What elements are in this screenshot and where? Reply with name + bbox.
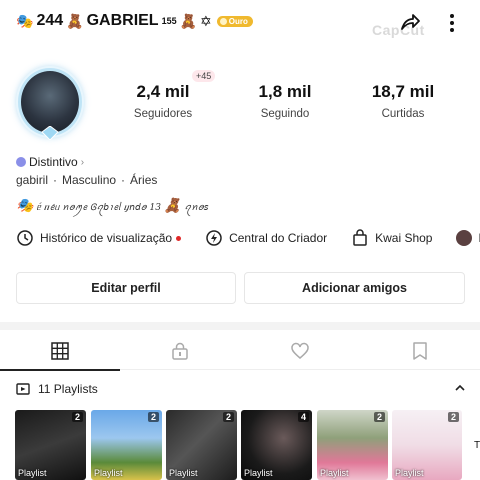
playlist-item[interactable]: 2 Playlist <box>91 410 162 480</box>
bookmark-icon <box>413 342 427 360</box>
new-followers-badge: +45 <box>192 70 216 82</box>
followers-label: Seguidores <box>133 108 193 120</box>
heart-icon <box>291 342 309 359</box>
section-divider <box>0 322 480 330</box>
kwai-shop-label: Kwai Shop <box>375 231 433 245</box>
teddy-bear-icon-2: 🧸 <box>179 13 198 29</box>
chevron-right-icon: › <box>80 156 85 168</box>
history-label: Histórico de visualização <box>40 231 173 245</box>
playlist-item[interactable]: 2 Playlist <box>15 410 86 480</box>
playlists-header[interactable]: 11 Playlists <box>16 380 466 398</box>
distintivo-link[interactable]: Distintivo › <box>16 155 84 169</box>
masks-emoji-icon: 🎭 <box>16 198 34 214</box>
clock-history-icon <box>17 230 33 246</box>
playlist-item[interactable]: 4 Playlist <box>241 410 312 480</box>
kwai-shop-shortcut[interactable]: Kwai Shop <box>351 229 432 247</box>
gender: Masculino <box>62 173 117 187</box>
avatar-icon <box>456 230 473 246</box>
bio-tail: ꪖꪀꪮ𝘴 <box>184 203 209 213</box>
profile-name-line: 🎭 244 🧸 GABRIEL 155 🧸 ✡ Ouro <box>16 12 253 30</box>
playlist-count: 2 <box>147 412 159 422</box>
likes-stat[interactable]: 18,7 mil Curtidas <box>358 82 448 120</box>
following-stat[interactable]: 1,8 mil Seguindo <box>240 82 330 120</box>
shortcuts-row: Histórico de visualização Central do Cri… <box>16 228 480 248</box>
playlist-count: 2 <box>222 412 234 422</box>
chevron-up-icon[interactable] <box>454 382 466 394</box>
info-separator: · <box>121 173 126 187</box>
level-prefix: 244 <box>36 12 64 29</box>
bio-text: ᥱ́ ⴖꫀ́ᥙ ꪀꪮꪑꫀ Ꮆꪖ𝘣ꪱꫀᥣ ⴘ𝘯𝘥ꪮ 13 <box>36 203 161 213</box>
ouro-badge-label: Ouro <box>228 16 248 26</box>
playlist-label: Playlist <box>395 468 424 478</box>
playlist-label: Playlist <box>94 468 123 478</box>
ouro-coin-icon <box>219 17 227 25</box>
playlist-count: 2 <box>71 412 83 422</box>
playlist-item[interactable]: 2 Playlist <box>392 410 462 480</box>
playlist-icon <box>16 383 30 395</box>
tab-liked[interactable] <box>240 332 360 370</box>
star-of-david-icon: ✡ <box>200 13 212 29</box>
name-superscript: 155 <box>161 16 177 26</box>
avatar-frame[interactable] <box>12 62 88 142</box>
playlists-count-label: 11 Playlists <box>38 382 98 396</box>
bio: 🎭 ᥱ́ ⴖꫀ́ᥙ ꪀꪮꪑꫀ Ꮆꪖ𝘣ꪱꫀᥣ ⴘ𝘯𝘥ꪮ 13 🧸 ꪖꪀꪮ𝘴 <box>16 199 208 218</box>
profile-name: GABRIEL <box>86 12 159 29</box>
notification-dot <box>176 235 182 241</box>
grid-icon <box>51 342 69 360</box>
playlist-item[interactable]: 2 Playlist <box>166 410 237 480</box>
playlist-item[interactable]: 2 Playlist <box>317 410 388 480</box>
tab-private[interactable] <box>120 332 240 370</box>
creator-center-shortcut[interactable]: Central do Criador <box>205 229 327 247</box>
profile-info: gabiril · Masculino · Áries <box>16 173 157 187</box>
playlist-grid: 2 Playlist 2 Playlist 2 Playlist 4 Playl… <box>15 410 480 480</box>
playlist-label: Playlist <box>169 468 198 478</box>
more-options-icon[interactable] <box>442 12 462 34</box>
playlist-label: Playlist <box>244 468 273 478</box>
add-friends-button[interactable]: Adicionar amigos <box>244 272 465 304</box>
mi-shortcut[interactable]: Mi <box>456 230 480 246</box>
creator-center-label: Central do Criador <box>229 231 328 245</box>
username: gabiril <box>16 173 49 187</box>
edit-profile-button[interactable]: Editar perfil <box>16 272 236 304</box>
followers-count: 2,4 mil <box>136 82 190 101</box>
lightning-icon <box>206 230 222 246</box>
playlist-count: 2 <box>447 412 459 422</box>
content-tabs <box>0 332 480 371</box>
likes-count: 18,7 mil <box>371 82 435 101</box>
frame-gem-icon <box>41 126 59 140</box>
distintivo-label: Distintivo <box>29 155 78 169</box>
following-label: Seguindo <box>260 108 310 120</box>
masks-emoji-icon: 🎭 <box>16 13 34 29</box>
tab-saved[interactable] <box>360 332 480 370</box>
share-icon[interactable] <box>398 10 422 34</box>
lock-icon <box>172 342 188 360</box>
following-count: 1,8 mil <box>258 82 312 101</box>
shopping-bag-icon <box>353 229 367 246</box>
likes-label: Curtidas <box>381 108 425 120</box>
playlist-count: 4 <box>297 412 309 422</box>
info-separator: · <box>53 173 58 187</box>
playlist-label: Playlist <box>18 468 47 478</box>
zodiac-sign: Áries <box>130 173 158 187</box>
history-shortcut[interactable]: Histórico de visualização <box>16 229 182 247</box>
teddy-bear-icon: 🧸 <box>66 13 84 29</box>
followers-stat[interactable]: 2,4 mil Seguidores <box>118 82 208 120</box>
teddy-bear-icon: 🧸 <box>163 198 182 214</box>
playlist-count: 2 <box>373 412 385 422</box>
ouro-badge[interactable]: Ouro <box>216 15 253 27</box>
playlist-label: Playlist <box>320 468 349 478</box>
tab-grid[interactable] <box>0 332 120 371</box>
edge-text: T <box>474 440 480 451</box>
badge-icon <box>16 157 26 167</box>
top-bar: 🎭 244 🧸 GABRIEL 155 🧸 ✡ Ouro CapCut <box>0 0 480 46</box>
stats-row: 2,4 mil Seguidores +45 1,8 mil Seguindo … <box>118 70 480 130</box>
